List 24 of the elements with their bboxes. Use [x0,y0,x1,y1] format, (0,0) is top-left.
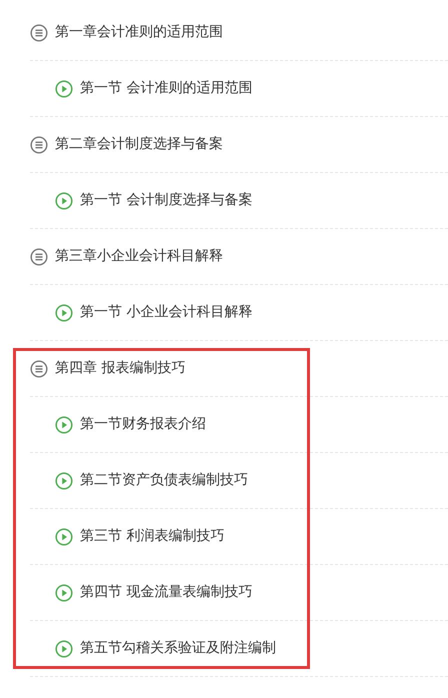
menu-icon [30,136,48,154]
chapter-title: 第四章 报表编制技巧 [55,359,186,378]
play-icon [55,528,73,546]
chapter-title: 第一章会计准则的适用范围 [55,23,223,42]
menu-icon [30,360,48,378]
play-icon [55,640,73,658]
menu-icon [30,24,48,42]
chapter-title: 第三章小企业会计科目解释 [55,247,223,266]
section-link[interactable]: 第一节 小企业会计科目解释 [80,302,252,323]
play-icon [55,472,73,490]
section-link[interactable]: 第三节 利润表编制技巧 [80,526,224,547]
play-icon [55,416,73,434]
section-link[interactable]: 第一节 会计制度选择与备案 [80,190,252,211]
play-icon [55,304,73,322]
play-icon [55,80,73,98]
section-link[interactable]: 第二节资产负债表编制技巧 [80,470,248,491]
play-icon [55,584,73,602]
section-link[interactable]: 第一节 会计准则的适用范围 [80,78,252,99]
section-link[interactable]: 第五节勾稽关系验证及附注编制 [80,638,276,659]
play-icon [55,192,73,210]
section-link[interactable]: 第一节财务报表介绍 [80,414,206,435]
menu-icon [30,248,48,266]
section-link[interactable]: 第四节 现金流量表编制技巧 [80,582,252,603]
chapter-title: 第二章会计制度选择与备案 [55,135,223,154]
